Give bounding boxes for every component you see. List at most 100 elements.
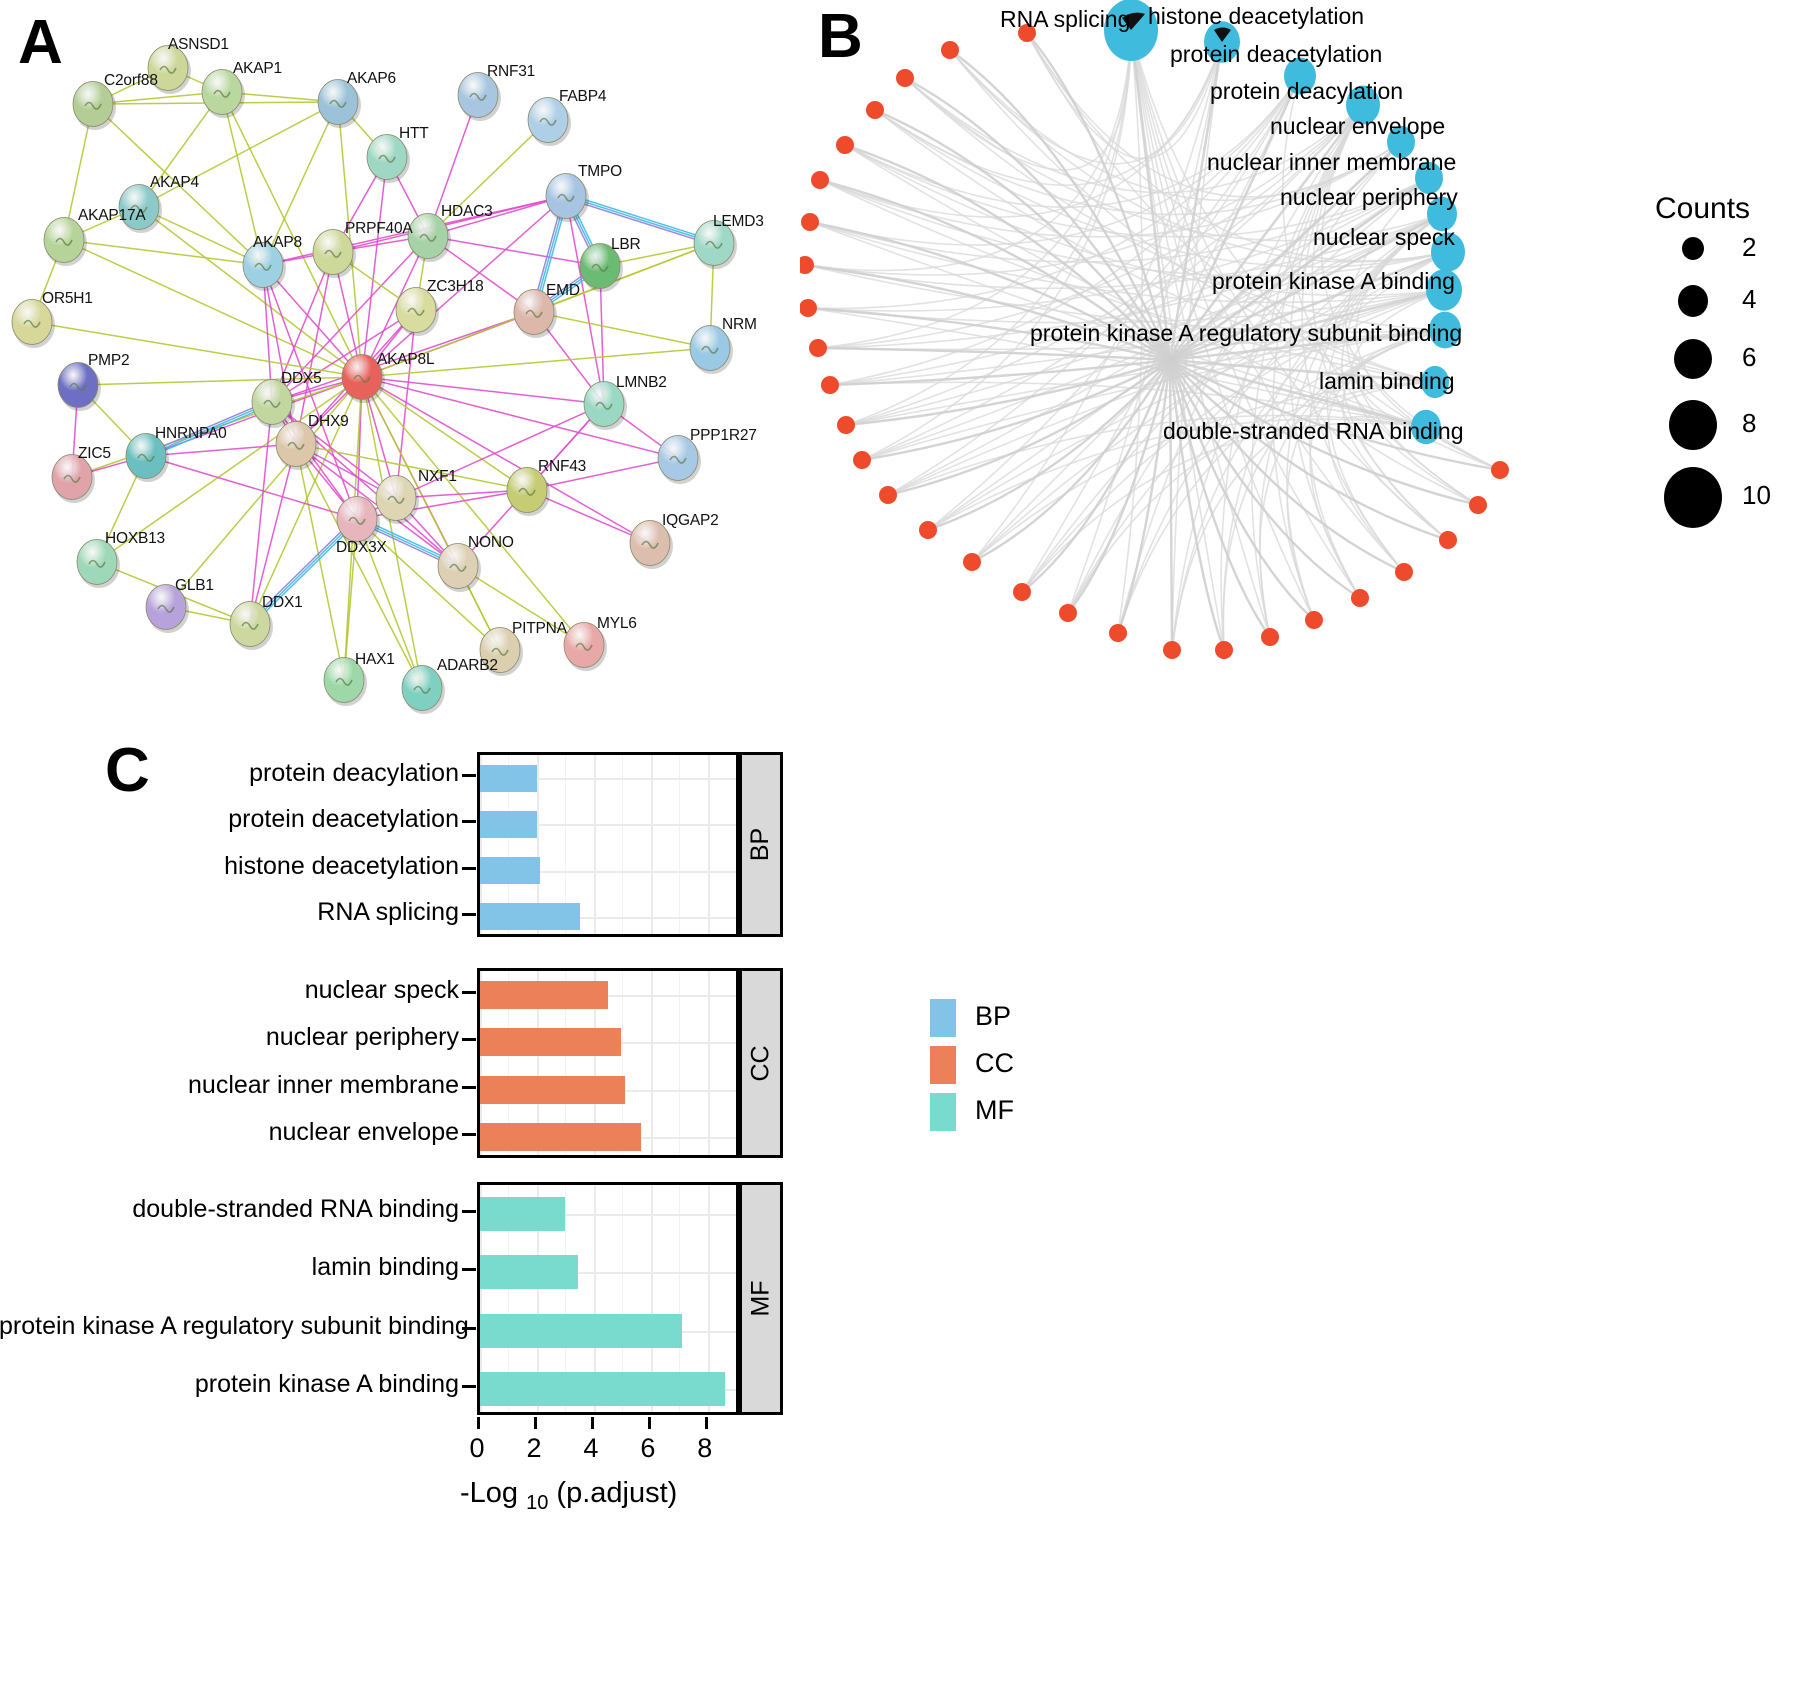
- node-label: PPP1R27: [690, 427, 757, 444]
- gridline-vertical: [679, 971, 681, 1155]
- gridline-vertical: [736, 971, 737, 1155]
- counts-legend-dot: [1674, 339, 1712, 379]
- node-label: C2orf88: [104, 72, 158, 89]
- cnet-gene-node[interactable]: [1163, 641, 1181, 659]
- cnet-term-label: protein deacetylation: [1170, 41, 1383, 67]
- bar[interactable]: [480, 810, 537, 838]
- gridline-vertical: [650, 971, 653, 1155]
- cnet-gene-node[interactable]: [836, 136, 854, 154]
- cnet-gene-node[interactable]: [821, 376, 839, 394]
- bar[interactable]: [480, 1123, 641, 1152]
- axis-title-prefix: -Log: [460, 1477, 519, 1509]
- node-label: ZC3H18: [427, 278, 484, 295]
- y-tick-mark: [462, 1384, 476, 1388]
- node-label: PMP2: [88, 352, 130, 369]
- cnet-term-label: protein kinase A binding: [1212, 268, 1455, 294]
- cnet-gene-node[interactable]: [800, 256, 814, 274]
- cnet-gene-node[interactable]: [837, 416, 855, 434]
- node-label: DDX1: [262, 594, 303, 611]
- node-label: NONO: [468, 534, 514, 551]
- cnet-gene-node[interactable]: [866, 101, 884, 119]
- node-label: HOXB13: [105, 530, 165, 547]
- cnet-term-label: RNA splicing: [1000, 6, 1131, 32]
- string-node[interactable]: [375, 475, 419, 525]
- node-label: AKAP8L: [377, 351, 435, 368]
- cnet-gene-node[interactable]: [963, 553, 981, 571]
- cnet-gene-node[interactable]: [1305, 611, 1323, 629]
- cnet-gene-node[interactable]: [1351, 589, 1369, 607]
- x-tick-mark: [704, 1417, 708, 1429]
- category-label: nuclear envelope: [268, 1118, 459, 1147]
- y-tick-mark: [462, 1085, 476, 1089]
- counts-legend-value: 10: [1742, 480, 1771, 510]
- bar[interactable]: [480, 1313, 683, 1348]
- y-tick-mark: [462, 866, 476, 870]
- cnet-gene-node[interactable]: [1261, 628, 1279, 646]
- bar[interactable]: [480, 1028, 621, 1057]
- bar[interactable]: [480, 1197, 566, 1231]
- cnet-gene-node[interactable]: [801, 213, 819, 231]
- bar[interactable]: [480, 1371, 725, 1406]
- cnet-gene-node[interactable]: [809, 339, 827, 357]
- facet-panel-mf: [477, 1182, 739, 1415]
- bar[interactable]: [480, 903, 580, 931]
- legend-label-bp: BP: [975, 1001, 1012, 1031]
- axis-title-suffix: (p.adjust): [548, 1477, 678, 1509]
- gridline-vertical: [736, 1185, 737, 1412]
- counts-legend-value: 2: [1742, 232, 1757, 262]
- cnet-term-label: protein kinase A regulatory subunit bind…: [1030, 320, 1463, 346]
- counts-legend-value: 6: [1742, 342, 1757, 372]
- node-label: RNF31: [487, 63, 536, 80]
- x-tick-label: 0: [469, 1433, 485, 1463]
- cnet-gene-node[interactable]: [1059, 604, 1077, 622]
- cnet-gene-node[interactable]: [1109, 624, 1127, 642]
- cnet-gene-node[interactable]: [919, 521, 937, 539]
- cnet-gene-node[interactable]: [800, 299, 817, 317]
- node-label: TMPO: [578, 163, 622, 180]
- node-label: AKAP1: [233, 60, 282, 77]
- y-tick-mark: [462, 912, 476, 916]
- cnet-gene-node[interactable]: [853, 451, 871, 469]
- node-label: MYL6: [597, 615, 637, 632]
- gridline-vertical: [707, 755, 710, 934]
- cnet-gene-node[interactable]: [1395, 563, 1413, 581]
- node-label: HAX1: [355, 651, 395, 668]
- cnet-gene-node[interactable]: [1013, 583, 1031, 601]
- category-label: double-stranded RNA binding: [132, 1195, 459, 1224]
- bar[interactable]: [480, 857, 540, 885]
- cnet-term-label: histone deacetylation: [1148, 3, 1365, 29]
- x-tick-mark: [590, 1417, 594, 1429]
- node-label: EMD: [546, 282, 580, 299]
- string-node[interactable]: [336, 496, 380, 546]
- node-label: AKAP8: [253, 234, 302, 251]
- category-label: protein kinase A binding: [194, 1369, 459, 1398]
- bar[interactable]: [480, 1075, 626, 1104]
- legend-swatch-cc: [930, 1046, 956, 1084]
- category-label: protein kinase A regulatory subunit bind…: [0, 1311, 469, 1340]
- node-label: PITPNA: [512, 620, 567, 637]
- bar[interactable]: [480, 980, 609, 1009]
- cnet-gene-node[interactable]: [1469, 496, 1487, 514]
- cnet-gene-node[interactable]: [879, 486, 897, 504]
- x-tick-label: 2: [526, 1433, 542, 1463]
- cnet-gene-node[interactable]: [941, 41, 959, 59]
- cnet-term-label: nuclear periphery: [1280, 184, 1458, 210]
- panel-a-string-network: A ASNSD1 C2orf88 AKAP1 AKAP6 RNF31 FABP4 HTT TM…: [0, 0, 790, 720]
- cnet-gene-node[interactable]: [1439, 531, 1457, 549]
- bar[interactable]: [480, 764, 537, 792]
- node-label: ASNSD1: [168, 36, 229, 53]
- gridline-vertical: [622, 755, 624, 934]
- node-label: ADARB2: [437, 657, 498, 674]
- cnet-gene-node[interactable]: [811, 171, 829, 189]
- node-label: FABP4: [559, 88, 607, 105]
- category-label: RNA splicing: [317, 897, 459, 926]
- bar[interactable]: [480, 1255, 579, 1290]
- cnet-gene-node[interactable]: [1491, 461, 1509, 479]
- x-tick-label: 8: [697, 1433, 713, 1463]
- x-tick-label: 6: [640, 1433, 656, 1463]
- counts-legend-dot: [1678, 285, 1708, 317]
- x-tick-mark: [477, 1417, 480, 1429]
- cnet-gene-node[interactable]: [1215, 641, 1233, 659]
- node-label: NRM: [722, 316, 757, 333]
- cnet-gene-node[interactable]: [896, 69, 914, 87]
